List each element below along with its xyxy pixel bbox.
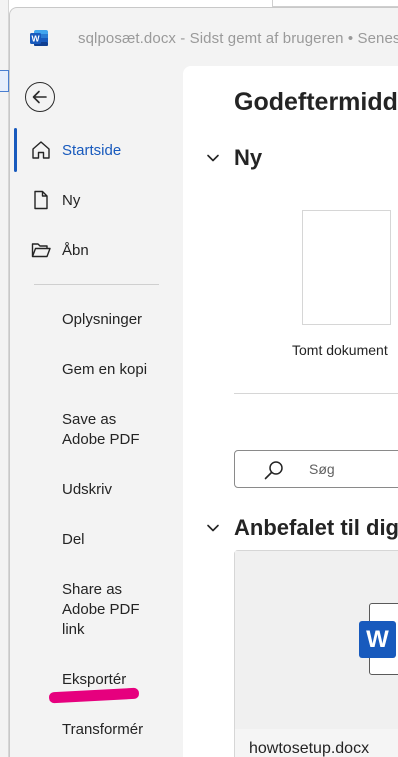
open-folder-icon	[30, 239, 52, 261]
word-file-icon: W	[359, 621, 396, 658]
search-box[interactable]	[234, 450, 398, 488]
recommended-file-card[interactable]: W howtosetup.docx	[234, 550, 398, 757]
sidebar-item-abn[interactable]: Åbn	[10, 230, 182, 270]
section-title: Ny	[234, 145, 263, 170]
chevron-down-icon	[207, 524, 219, 532]
background-window-tab	[0, 70, 9, 92]
sidebar-item-label: Startside	[62, 141, 122, 159]
sidebar-item-del[interactable]: Del	[62, 530, 180, 550]
section-new-header[interactable]: Ny	[205, 143, 262, 173]
sidebar-item-eksporter[interactable]: Eksportér	[62, 670, 180, 690]
back-button[interactable]	[25, 82, 55, 112]
arrow-left-icon	[32, 90, 47, 104]
word-logo-icon: W	[30, 30, 48, 46]
search-icon	[264, 461, 283, 480]
sidebar-item-startside[interactable]: Startside	[10, 130, 182, 170]
section-recommended-header[interactable]: Anbefalet til dig	[205, 513, 398, 543]
sidebar-item-label: Åbn	[62, 241, 89, 259]
blank-document-label[interactable]: Tomt dokument	[292, 342, 388, 358]
sidebar-item-save-as-adobe-pdf[interactable]: Save as Adobe PDF	[62, 410, 146, 450]
file-name: howtosetup.docx	[249, 740, 370, 757]
sidebar-item-label: Ny	[62, 191, 81, 209]
sidebar-item-share-as-adobe-pdf-link[interactable]: Share as Adobe PDF link	[62, 580, 146, 640]
sidebar-divider	[34, 284, 159, 285]
new-document-icon	[30, 189, 52, 211]
main-content: Godeftermiddag Ny Tomt dokument Anbefale…	[183, 66, 398, 757]
sidebar-item-oplysninger[interactable]: Oplysninger	[62, 310, 180, 330]
home-icon	[30, 139, 52, 161]
background-window-edge	[0, 0, 9, 757]
title-bar: W sqlposæt.docx - Sidst gemt af brugeren…	[10, 8, 398, 66]
sidebar-item-gem-en-kopi[interactable]: Gem en kopi	[62, 360, 180, 380]
chevron-down-icon	[207, 154, 219, 162]
sidebar-item-transformer[interactable]: Transformér	[62, 720, 180, 740]
highlight-underline	[48, 687, 140, 704]
svg-text:W: W	[31, 34, 40, 44]
sidebar-item-udskriv[interactable]: Udskriv	[62, 480, 180, 500]
page-title: Godeftermiddag	[234, 88, 398, 116]
section-title: Anbefalet til dig	[234, 515, 398, 540]
background-window-top-edge	[272, 0, 398, 7]
window-title: sqlposæt.docx - Sidst gemt af brugeren •…	[78, 30, 398, 47]
content-divider	[234, 393, 398, 394]
sidebar-item-ny[interactable]: Ny	[10, 180, 182, 220]
search-input[interactable]	[309, 459, 398, 479]
blank-document-thumbnail[interactable]	[302, 210, 391, 325]
word-backstage-window: W sqlposæt.docx - Sidst gemt af brugeren…	[9, 7, 398, 757]
